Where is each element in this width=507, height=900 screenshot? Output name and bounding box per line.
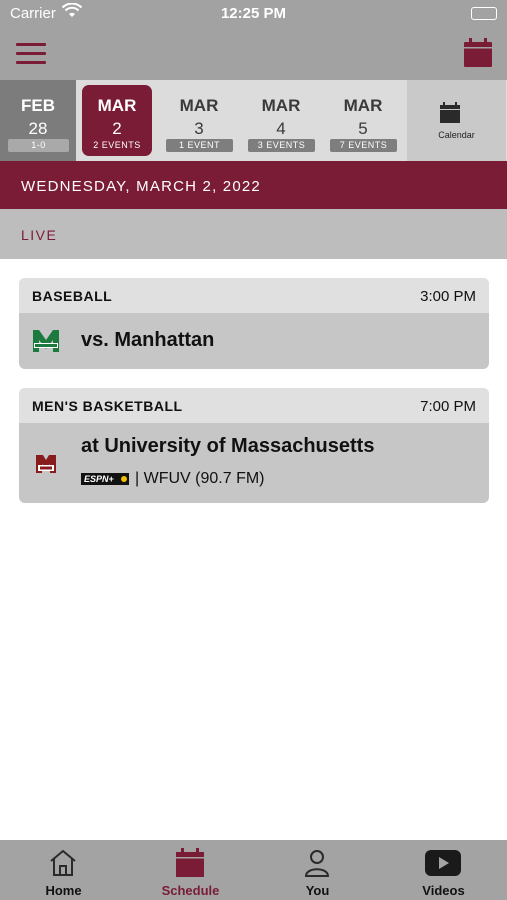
tab-label: You: [305, 883, 330, 898]
play-icon: [425, 848, 461, 878]
tab-label: Home: [45, 883, 82, 898]
date-badge: 2 EVENTS: [93, 140, 141, 150]
date-strip: FEB 28 1-0 MAR 2 2 EVENTS MAR 3 1 EVENT …: [0, 80, 507, 161]
date-month: MAR: [343, 96, 383, 115]
date-cell-mar-4[interactable]: MAR 4 3 EVENTS: [244, 80, 318, 161]
event-time: 3:00 PM: [420, 288, 476, 305]
date-badge: 1-0: [8, 139, 69, 152]
calendar-label: Calendar: [438, 130, 475, 140]
tab-bar: Home Schedule You Videos: [0, 840, 507, 900]
tab-label: Schedule: [161, 883, 220, 898]
clock: 12:25 PM: [220, 5, 287, 22]
manhattan-jaspers-logo-icon: [32, 327, 60, 355]
event-opponent: at University of Massachusetts: [81, 435, 375, 457]
event-card-body: vs. Manhattan: [19, 313, 489, 369]
date-day: 2: [112, 119, 122, 138]
date-cell-mar-5[interactable]: MAR 5 7 EVENTS: [326, 80, 400, 161]
espn-plus-logo: ESPN+: [81, 473, 129, 485]
date-month: MAR: [261, 96, 301, 115]
tab-schedule[interactable]: Schedule: [127, 840, 254, 900]
date-day: 3: [194, 119, 204, 138]
calendar-icon[interactable]: [463, 38, 493, 68]
tab-home[interactable]: Home: [0, 840, 127, 900]
date-badge: 1 EVENT: [166, 139, 233, 152]
umass-logo-icon: [32, 451, 60, 479]
event-card-body: at University of Massachusetts ESPN+ | W…: [19, 423, 489, 503]
date-month: MAR: [97, 96, 137, 115]
event-card-header: MEN'S BASKETBALL 7:00 PM: [19, 388, 489, 423]
event-card[interactable]: MEN'S BASKETBALL 7:00 PM at University o…: [19, 388, 489, 503]
selected-date-header: WEDNESDAY, MARCH 2, 2022: [0, 161, 507, 209]
date-month: MAR: [179, 96, 219, 115]
calendar-button[interactable]: Calendar: [407, 80, 506, 161]
date-badge: 3 EVENTS: [248, 139, 315, 152]
date-cell-mar-2[interactable]: MAR 2 2 EVENTS: [80, 80, 154, 161]
event-opponent: vs. Manhattan: [81, 329, 215, 351]
event-sport: MEN'S BASKETBALL: [32, 398, 183, 414]
calendar-icon: [175, 848, 205, 878]
live-section-label: LIVE: [0, 209, 507, 259]
tab-label: Videos: [422, 883, 465, 898]
event-sport: BASEBALL: [32, 288, 113, 304]
nav-bar: [0, 28, 507, 80]
event-broadcast: ESPN+ | WFUV (90.7 FM): [81, 470, 265, 488]
date-day: 5: [358, 119, 368, 138]
event-time: 7:00 PM: [420, 398, 476, 415]
date-cell-feb-28[interactable]: FEB 28 1-0: [0, 80, 76, 161]
date-day: 28: [28, 119, 48, 138]
tab-videos[interactable]: Videos: [380, 840, 507, 900]
event-card[interactable]: BASEBALL 3:00 PM vs. Manhattan: [19, 278, 489, 369]
status-bar: Carrier 12:25 PM: [0, 0, 507, 28]
battery-icon: [471, 7, 497, 20]
calendar-icon: [439, 102, 461, 124]
tab-you[interactable]: You: [254, 840, 381, 900]
hamburger-menu-icon[interactable]: [16, 43, 46, 65]
person-icon: [302, 848, 332, 878]
event-radio: | WFUV (90.7 FM): [135, 470, 265, 487]
home-icon: [48, 848, 78, 878]
date-day: 4: [276, 119, 286, 138]
date-cell-mar-3[interactable]: MAR 3 1 EVENT: [162, 80, 236, 161]
date-badge: 7 EVENTS: [330, 139, 397, 152]
event-card-header: BASEBALL 3:00 PM: [19, 278, 489, 313]
date-month: FEB: [21, 96, 55, 115]
